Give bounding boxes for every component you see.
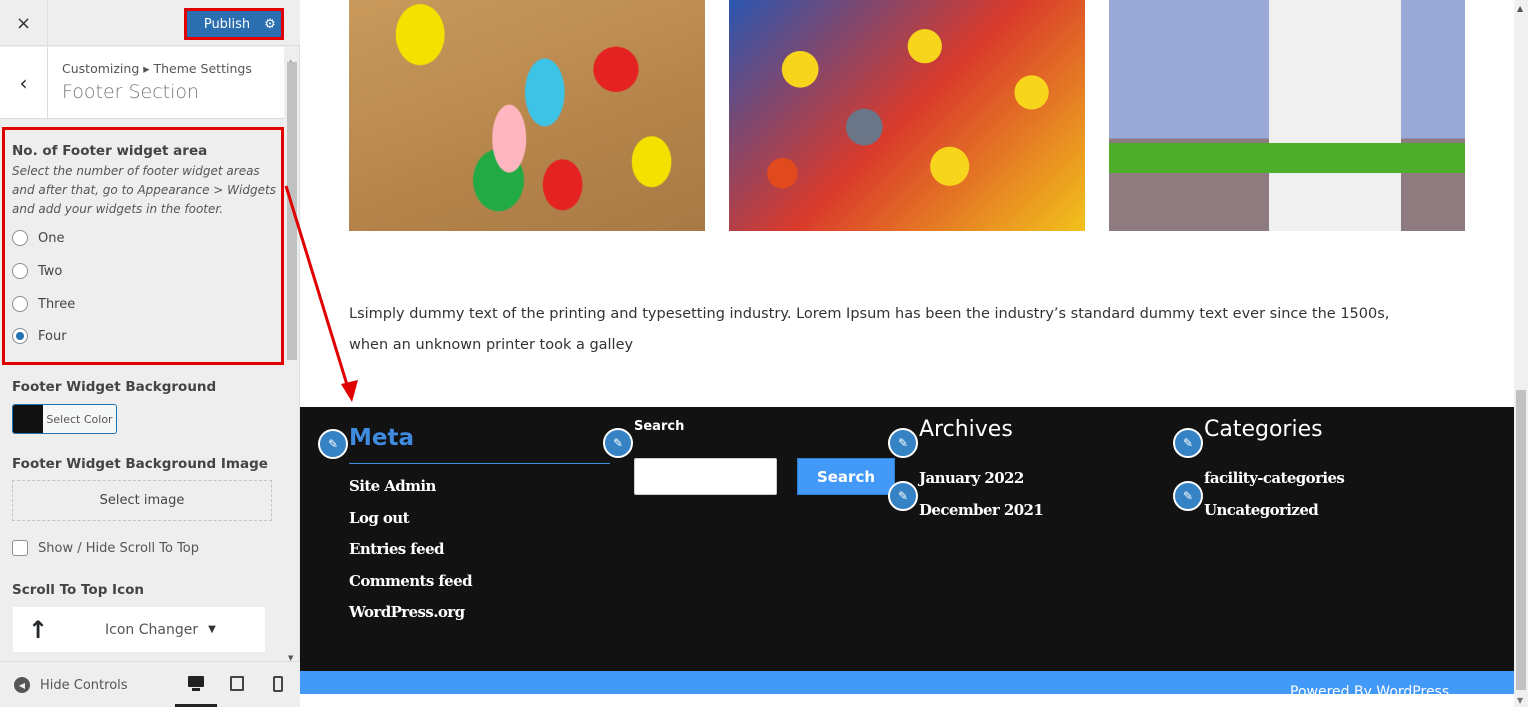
publish-button[interactable]: Publish	[187, 17, 259, 32]
footer-link[interactable]: Log out	[349, 509, 472, 541]
scroll-to-top-toggle[interactable]: Show / Hide Scroll To Top	[12, 540, 199, 556]
edit-meta-widget-icon[interactable]: ✎	[318, 429, 348, 459]
radio-option-three[interactable]: Three	[12, 296, 75, 312]
site-footer: ✎ Meta Site Admin Log out Entries feed Comm…	[300, 407, 1514, 671]
radio-option-four[interactable]: Four	[12, 328, 67, 344]
edit-categories-list-icon[interactable]: ✎	[1173, 481, 1203, 511]
footer-bg-title: Footer Widget Background	[12, 379, 217, 395]
categories-links: facility-categories Uncategorized	[1204, 469, 1345, 533]
scrollbar-thumb[interactable]	[1516, 390, 1526, 690]
footer-link[interactable]: Comments feed	[349, 572, 473, 604]
publish-button-group: Publish ⚙	[184, 8, 284, 40]
site-preview: Lsimply dummy text of the printing and t…	[300, 0, 1514, 707]
meta-widget-title: Meta	[349, 425, 415, 451]
scroll-to-top-label: Show / Hide Scroll To Top	[38, 540, 200, 556]
section-title: Footer Section	[62, 81, 200, 103]
gallery-image-ducks[interactable]	[729, 0, 1085, 231]
meta-links: Site Admin Log out Entries feed Comments fe…	[349, 477, 473, 635]
radio-label: Four	[38, 328, 67, 344]
mobile-preview-icon[interactable]	[273, 676, 283, 692]
radio-option-one[interactable]: One	[12, 230, 64, 246]
select-color-button[interactable]: Select Color	[12, 404, 117, 434]
preview-scrollbar[interactable]: ▲ ▼	[1514, 0, 1528, 707]
radio-button[interactable]	[12, 296, 28, 312]
hide-controls-label: Hide Controls	[40, 677, 128, 693]
footer-search-input[interactable]	[634, 458, 777, 495]
hide-controls-button[interactable]: ◀ Hide Controls	[14, 677, 128, 693]
radio-button[interactable]	[12, 328, 28, 344]
footer-link[interactable]: facility-categories	[1204, 469, 1345, 501]
radio-label: One	[38, 230, 65, 246]
radio-button[interactable]	[12, 263, 28, 279]
gallery-image-lego[interactable]	[1109, 0, 1465, 231]
radio-button[interactable]	[12, 230, 28, 246]
edit-archives-widget-icon[interactable]: ✎	[888, 428, 918, 458]
scroll-down-icon[interactable]: ▼	[1517, 696, 1523, 705]
footer-widget-area-description: Select the number of footer widget areas…	[12, 164, 276, 216]
scroll-up-icon[interactable]: ▲	[1517, 4, 1523, 13]
radio-label: Two	[38, 263, 63, 279]
scroll-to-top-checkbox[interactable]	[12, 540, 28, 556]
section-header: ‹ Customizing ▸ Theme Settings Footer Se…	[0, 47, 284, 119]
desktop-preview-icon[interactable]	[188, 676, 204, 692]
radio-option-two[interactable]: Two	[12, 263, 62, 279]
footer-link[interactable]: WordPress.org	[349, 603, 472, 635]
arrow-up-icon: ↑	[27, 615, 49, 644]
back-button[interactable]: ‹	[0, 47, 48, 119]
breadcrumb: Customizing ▸ Theme Settings	[62, 61, 252, 76]
search-widget-label: Search	[634, 419, 685, 434]
customizer-header: × Publish ⚙	[0, 0, 300, 46]
chevron-left-icon: ‹	[19, 71, 28, 95]
select-image-button[interactable]: Select image	[12, 480, 272, 521]
tablet-preview-icon[interactable]	[230, 676, 244, 691]
customizer-sidebar: × Publish ⚙ ‹ Customizing ▸ Theme Settin…	[0, 0, 300, 707]
footer-link[interactable]: December 2021	[919, 501, 1044, 533]
powered-by-text: Powered By WordPress	[1290, 684, 1450, 694]
gallery-image-letters[interactable]	[349, 0, 705, 231]
meta-title-underline	[349, 463, 610, 464]
scroll-to-top-icon-title: Scroll To Top Icon	[12, 582, 144, 598]
scrollbar-thumb[interactable]	[287, 62, 297, 360]
sidebar-scrollbar[interactable]: ▲ ▼	[286, 58, 298, 662]
select-color-label: Select Color	[46, 412, 113, 426]
chevron-down-icon: ▼	[208, 624, 216, 635]
body-paragraph: Lsimply dummy text of the printing and t…	[349, 306, 1390, 353]
footer-search-button[interactable]: Search	[797, 458, 895, 495]
archives-widget-title: Archives	[919, 417, 1013, 442]
color-swatch	[13, 405, 43, 433]
edit-archives-list-icon[interactable]: ✎	[888, 481, 918, 511]
close-icon: ×	[15, 12, 32, 34]
icon-changer-dropdown[interactable]: ↑ Icon Changer ▼	[13, 607, 265, 652]
icon-changer-label: Icon Changer	[105, 621, 199, 638]
copyright-bar: Powered By WordPress	[300, 671, 1514, 694]
footer-link[interactable]: Entries feed	[349, 540, 472, 572]
radio-label: Three	[38, 296, 76, 312]
footer-link[interactable]: Uncategorized	[1204, 501, 1344, 533]
edit-search-widget-icon[interactable]: ✎	[603, 428, 633, 458]
footer-link[interactable]: January 2022	[919, 469, 1043, 501]
close-customizer-button[interactable]: ×	[0, 0, 48, 46]
collapse-icon: ◀	[14, 677, 30, 693]
footer-widget-area-title: No. of Footer widget area	[12, 143, 208, 159]
categories-widget-title: Categories	[1204, 417, 1323, 442]
gear-icon[interactable]: ⚙	[259, 17, 281, 32]
customizer-footer: ◀ Hide Controls	[0, 661, 300, 707]
footer-bg-image-title: Footer Widget Background Image	[12, 456, 268, 472]
footer-link[interactable]: Site Admin	[349, 477, 472, 509]
archives-links: January 2022 December 2021	[919, 469, 1044, 533]
edit-categories-widget-icon[interactable]: ✎	[1173, 428, 1203, 458]
